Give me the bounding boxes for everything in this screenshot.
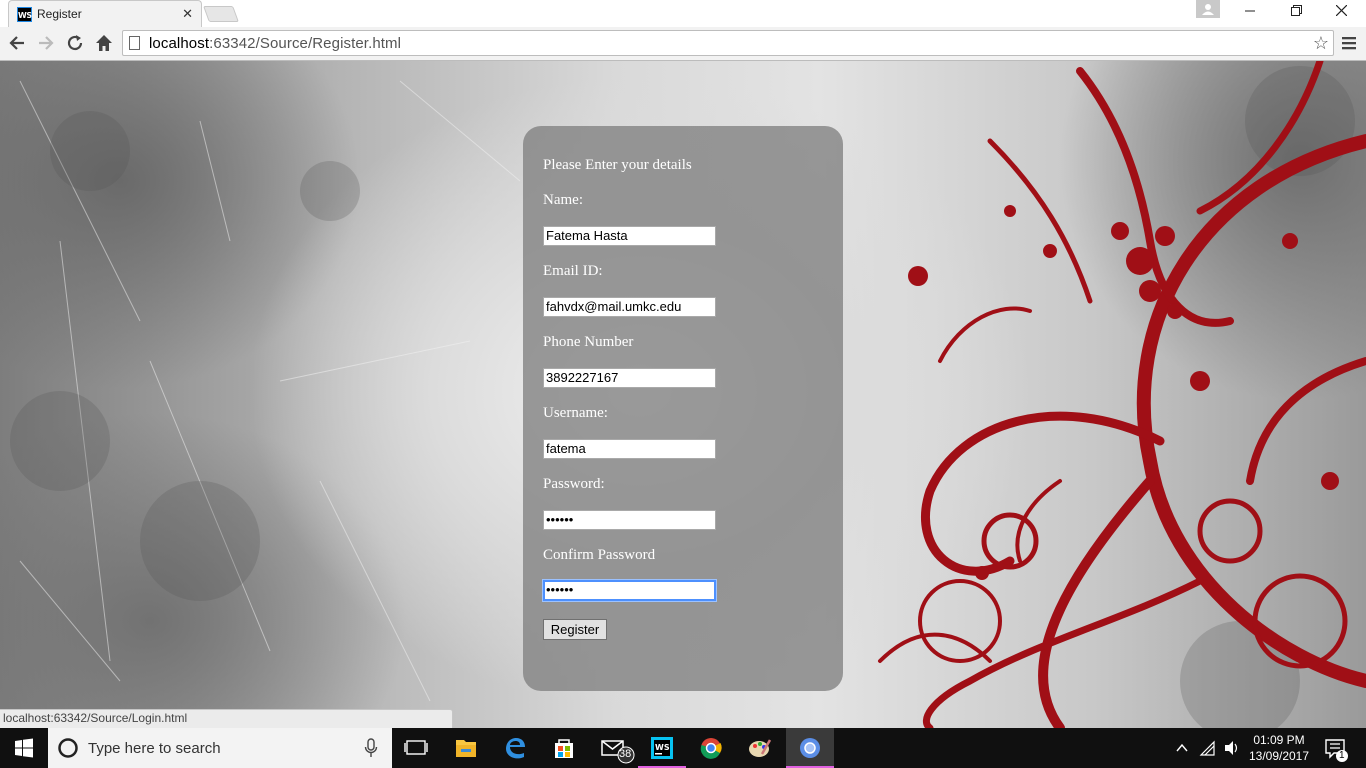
notification-icon[interactable]: 1 [1322,728,1352,768]
minimize-button[interactable] [1227,0,1273,24]
search-box[interactable]: Type here to search [48,728,392,768]
menu-icon[interactable] [1340,34,1358,52]
taskbar: Type here to search 38 WS 01:09 PM 13/09… [0,728,1366,768]
start-button[interactable] [0,728,48,768]
new-tab-button[interactable] [203,6,239,22]
store-icon[interactable] [540,728,588,768]
phone-input[interactable]: 3892227167 [543,368,716,388]
tab-strip: WS Register ✕ [0,0,1366,27]
name-label: Name: [543,192,583,208]
name-input[interactable]: Fatema Hasta [543,226,716,246]
close-window-button[interactable] [1318,0,1364,24]
mail-icon[interactable]: 38 [589,728,637,768]
register-button[interactable]: Register [543,619,607,640]
browser-toolbar: localhost:63342/Source/Register.html ☆ [0,27,1366,61]
file-explorer-icon[interactable] [442,728,490,768]
password-input[interactable]: •••••• [543,510,716,530]
star-icon[interactable]: ☆ [1313,33,1329,54]
reload-icon[interactable] [64,32,86,54]
edge-icon[interactable] [491,728,539,768]
chromium-icon[interactable] [786,728,834,768]
password-label: Password: [543,476,605,492]
phone-label: Phone Number [543,334,634,350]
clock[interactable]: 01:09 PM 13/09/2017 [1244,732,1314,764]
restore-button[interactable] [1273,0,1319,24]
clock-time: 01:09 PM [1253,733,1305,747]
notification-badge: 1 [1339,750,1345,761]
form-heading: Please Enter your details [543,157,692,173]
address-bar[interactable]: localhost:63342/Source/Register.html ☆ [122,30,1334,56]
webstorm-favicon: WS [17,7,32,22]
floral-ornament [878,61,1366,728]
profile-button[interactable] [1196,0,1220,18]
wifi-icon[interactable] [1198,728,1218,768]
confirm-password-input[interactable]: •••••• [542,579,717,602]
webstorm-icon[interactable]: WS [638,728,686,768]
home-icon[interactable] [93,32,115,54]
register-form: Please Enter your details Name: Fatema H… [523,126,843,691]
email-label: Email ID: [543,263,603,279]
paint-icon[interactable] [736,728,784,768]
clock-date: 13/09/2017 [1248,749,1310,763]
forward-icon[interactable] [35,32,57,54]
tab-title: Register [37,7,82,21]
page-icon [129,36,140,50]
username-input[interactable]: fatema [543,439,716,459]
mail-badge: 38 [619,748,632,760]
mic-icon[interactable] [364,738,378,758]
page-viewport: Please Enter your details Name: Fatema H… [0,61,1366,728]
chevron-up-icon[interactable] [1172,728,1192,768]
search-placeholder: Type here to search [88,740,221,757]
url-text: localhost:63342/Source/Register.html [149,35,402,52]
back-icon[interactable] [6,32,28,54]
tab-register[interactable]: WS Register ✕ [8,0,202,27]
close-tab-icon[interactable]: ✕ [182,6,193,22]
confirm-password-label: Confirm Password [543,547,656,563]
chrome-icon[interactable] [687,728,735,768]
cortana-icon [58,738,78,758]
email-input[interactable]: fahvdx@mail.umkc.edu [543,297,716,317]
person-icon [1202,4,1214,15]
volume-icon[interactable] [1222,728,1242,768]
task-view-icon[interactable] [392,728,440,768]
windows-icon [15,738,33,758]
browser-chrome: WS Register ✕ localhost:63342/Source/Reg… [0,0,1366,61]
username-label: Username: [543,405,608,421]
svg-text:WS: WS [655,743,670,752]
status-bar-link: localhost:63342/Source/Login.html [0,709,453,728]
